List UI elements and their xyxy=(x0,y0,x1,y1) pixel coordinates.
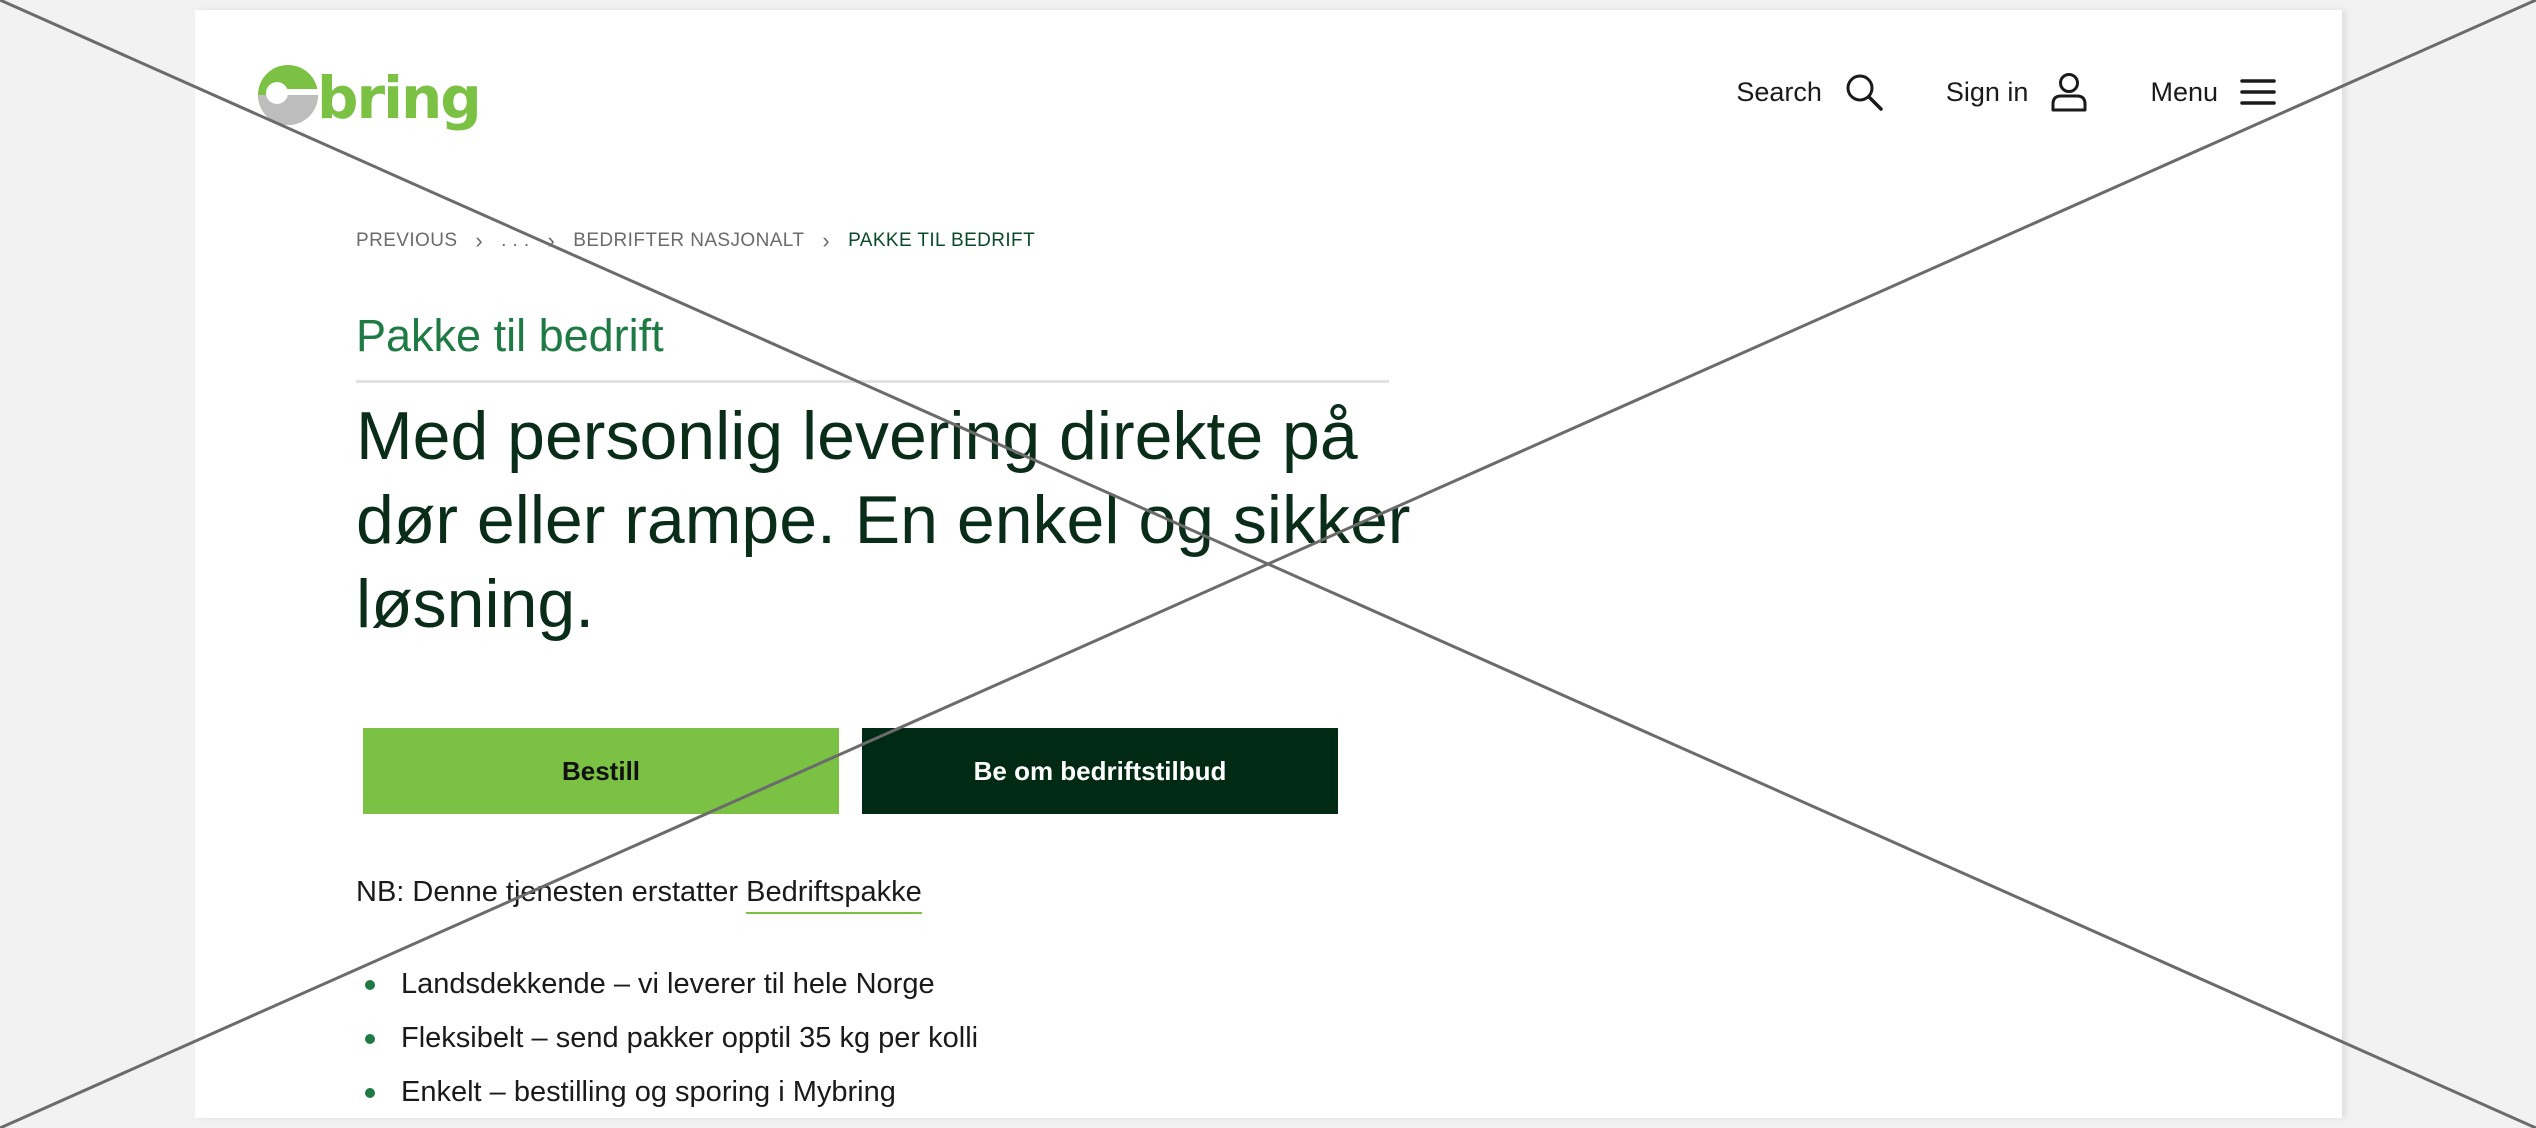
bullet-icon xyxy=(365,980,375,990)
breadcrumb-current: PAKKE TIL BEDRIFT xyxy=(848,230,1036,251)
list-item-text: Enkelt – bestilling og sporing i Mybring xyxy=(401,1076,896,1108)
list-item: Fleksibelt – send pakker opptil 35 kg pe… xyxy=(356,1016,978,1070)
user-icon xyxy=(2051,73,2087,112)
list-item: Enkelt – bestilling og sporing i Mybring xyxy=(356,1070,978,1124)
list-item-text: Landsdekkende – vi leverer til hele Norg… xyxy=(401,968,935,1000)
breadcrumb-previous[interactable]: PREVIOUS xyxy=(356,230,457,252)
bullet-icon xyxy=(365,1034,375,1044)
logo-wordmark: bring xyxy=(317,64,482,132)
search-button[interactable]: Search xyxy=(1736,72,1884,112)
service-note: NB: Denne tjenesten erstatter Bedriftspa… xyxy=(356,876,922,914)
breadcrumb: PREVIOUS › . . . › BEDRIFTER NASJONALT ›… xyxy=(356,228,1035,254)
top-nav: Search Sign in Menu xyxy=(1674,72,2276,112)
bestill-button[interactable]: Bestill xyxy=(363,728,839,814)
feature-list: Landsdekkende – vi leverer til hele Norg… xyxy=(356,962,978,1124)
chevron-right-icon: › xyxy=(547,228,556,253)
request-quote-button[interactable]: Be om bedriftstilbud xyxy=(862,728,1338,814)
page-title: Med personlig levering direkte på dør el… xyxy=(356,398,1411,642)
page-content: bring Search Sign in Menu PREVIOUS › . .… xyxy=(195,10,2342,1118)
bring-logo-icon xyxy=(258,65,321,125)
chevron-right-icon: › xyxy=(822,228,831,253)
menu-button[interactable]: Menu xyxy=(2150,77,2276,108)
signin-button[interactable]: Sign in xyxy=(1946,72,2089,112)
hamburger-icon xyxy=(2240,79,2276,105)
divider xyxy=(356,380,1389,383)
signin-label: Sign in xyxy=(1945,76,2029,107)
page-kicker: Pakke til bedrift xyxy=(356,310,664,361)
breadcrumb-ellipsis[interactable]: . . . xyxy=(501,230,529,252)
bring-logo[interactable]: bring xyxy=(255,58,482,132)
menu-label: Menu xyxy=(2150,76,2218,107)
list-item: Landsdekkende – vi leverer til hele Norg… xyxy=(356,962,978,1016)
search-icon xyxy=(1846,74,1883,111)
list-item-text: Fleksibelt – send pakker opptil 35 kg pe… xyxy=(401,1022,979,1054)
breadcrumb-bedrifter-nasjonalt[interactable]: BEDRIFTER NASJONALT xyxy=(573,230,804,252)
bullet-icon xyxy=(365,1088,375,1098)
note-text: NB: Denne tjenesten erstatter xyxy=(356,876,739,908)
bedriftspakke-link[interactable]: Bedriftspakke xyxy=(746,876,922,914)
chevron-right-icon: › xyxy=(475,228,484,253)
search-label: Search xyxy=(1736,76,1822,107)
